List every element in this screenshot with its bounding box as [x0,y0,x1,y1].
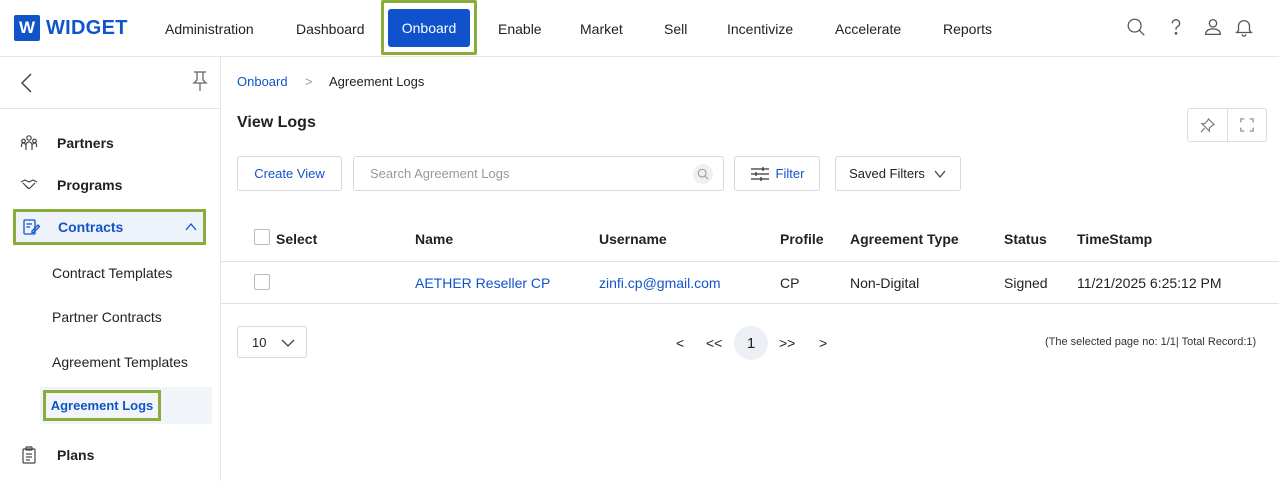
pin-view-icon[interactable] [1188,109,1227,141]
search-icon[interactable] [693,164,713,184]
help-icon[interactable] [1164,14,1188,40]
first-page-button[interactable]: << [706,335,722,351]
bell-icon[interactable] [1232,14,1256,40]
nav-reports[interactable]: Reports [943,0,992,57]
cell-status: Signed [1004,275,1048,291]
collapse-icon[interactable] [18,71,36,95]
page-size-select[interactable]: 10 [237,326,307,358]
col-timestamp[interactable]: TimeStamp [1077,231,1152,247]
sidebar-item-label: Programs [57,177,123,193]
page-number-button[interactable]: 1 [734,326,768,360]
search-input[interactable]: Search Agreement Logs [370,166,509,181]
partners-icon [20,134,38,152]
pin-icon[interactable] [190,70,210,92]
nav-market[interactable]: Market [580,0,623,57]
handshake-icon [20,176,38,194]
cell-name[interactable]: AETHER Reseller CP [415,275,550,291]
clipboard-icon [20,446,38,464]
filter-button[interactable]: Filter [734,156,820,191]
logo-text: WIDGET [46,16,128,39]
sidebar-item-partners[interactable]: Partners [0,125,220,161]
view-actions [1187,108,1267,142]
user-icon[interactable] [1201,14,1225,40]
logo[interactable]: W WIDGET [14,15,128,41]
sidebar: Partners Programs Contracts Contract Tem… [0,57,221,481]
breadcrumb-separator: > [305,74,313,89]
pagination-info: (The selected page no: 1/1| Total Record… [1045,336,1257,348]
col-profile[interactable]: Profile [780,231,824,247]
chevron-down-icon [934,170,946,178]
breadcrumb-current: Agreement Logs [329,74,425,89]
col-status[interactable]: Status [1004,231,1047,247]
table-header: Select Name Username Profile Agreement T… [221,216,1279,262]
nav-administration[interactable]: Administration [165,0,254,57]
nav-incentivize[interactable]: Incentivize [727,0,793,57]
nav-onboard-highlight: Onboard [381,0,477,55]
sidebar-item-label: Partners [57,135,114,151]
col-username[interactable]: Username [599,231,667,247]
sidebar-item-plans[interactable]: Plans [0,437,220,473]
create-view-button[interactable]: Create View [237,156,342,191]
col-agreement-type[interactable]: Agreement Type [850,231,959,247]
nav-enable[interactable]: Enable [498,0,542,57]
nav-sell[interactable]: Sell [664,0,687,57]
logo-mark: W [14,15,40,41]
search-field[interactable]: Search Agreement Logs [353,156,724,191]
nav-onboard[interactable]: Onboard [388,8,470,47]
table-row: AETHER Reseller CP zinfi.cp@gmail.com CP… [221,262,1279,304]
filter-label: Filter [775,166,805,181]
contract-icon [22,218,41,236]
cell-agreement-type: Non-Digital [850,275,920,291]
sidebar-item-programs[interactable]: Programs [0,167,220,203]
sidebar-sub-partner-contracts[interactable]: Partner Contracts [52,309,162,325]
sidebar-item-label: Contracts [58,219,124,235]
nav-dashboard[interactable]: Dashboard [296,0,365,57]
search-icon[interactable] [1124,14,1148,40]
col-select: Select [276,231,318,247]
sidebar-sub-agreement-logs[interactable]: Agreement Logs [43,390,161,421]
breadcrumb-onboard[interactable]: Onboard [237,74,288,89]
nav-accelerate[interactable]: Accelerate [835,0,901,57]
filter-icon [750,166,769,181]
cell-timestamp: 11/21/2025 6:25:12 PM [1077,275,1222,291]
row-checkbox[interactable] [254,274,270,290]
sidebar-sub-contract-templates[interactable]: Contract Templates [52,265,172,281]
page-size-value: 10 [252,334,267,350]
fullscreen-icon[interactable] [1226,109,1266,141]
saved-filters-dropdown[interactable]: Saved Filters [835,156,961,191]
page-title: View Logs [237,114,316,131]
sidebar-header [0,57,220,109]
select-all-checkbox[interactable] [254,229,270,245]
col-name[interactable]: Name [415,231,453,247]
sidebar-item-label: Plans [57,447,95,463]
cell-profile: CP [780,275,800,291]
sidebar-sub-agreement-templates[interactable]: Agreement Templates [52,354,188,370]
sidebar-item-contracts[interactable]: Contracts [13,209,206,245]
next-page-button[interactable]: > [819,335,827,351]
saved-filters-label: Saved Filters [849,166,925,181]
last-page-button[interactable]: >> [779,335,795,351]
top-bar: W WIDGET Administration Dashboard Onboar… [0,0,1279,57]
chevron-down-icon [281,339,295,347]
chevron-up-icon[interactable] [184,220,198,234]
cell-username[interactable]: zinfi.cp@gmail.com [599,275,721,291]
prev-page-button[interactable]: < [676,335,684,351]
